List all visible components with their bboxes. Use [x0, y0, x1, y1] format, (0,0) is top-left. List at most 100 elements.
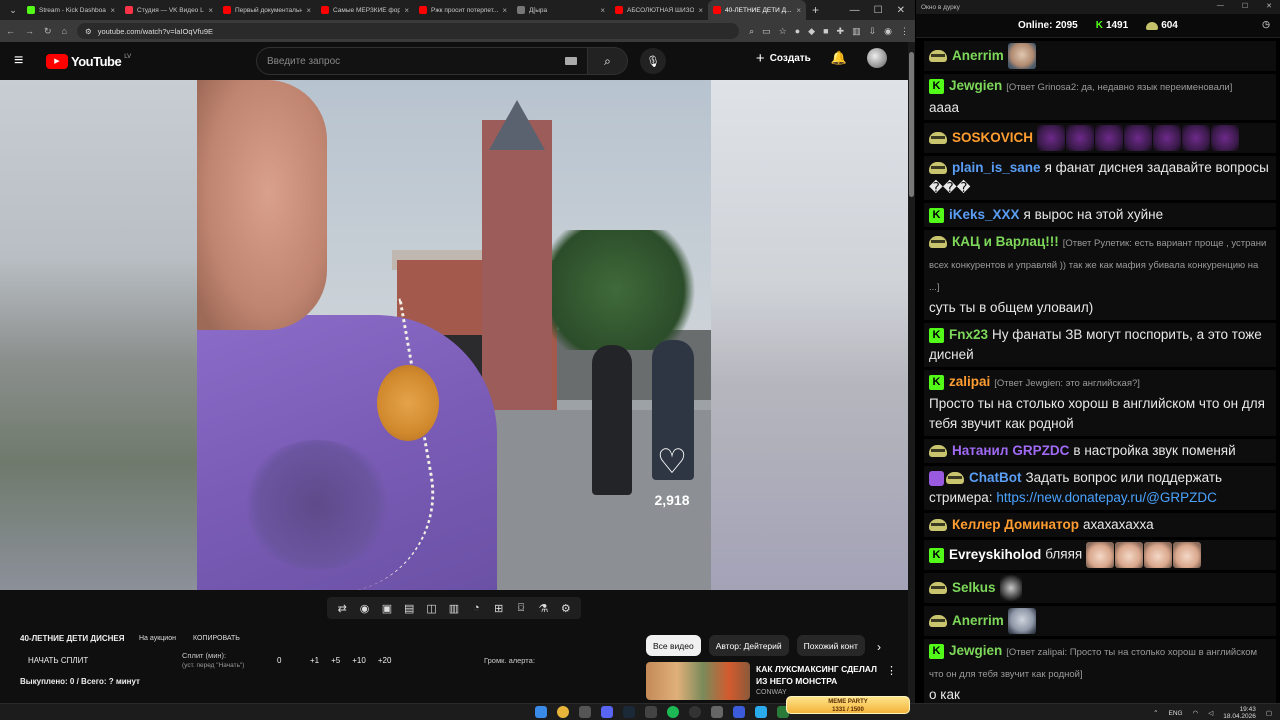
increment-button[interactable]: +5	[331, 656, 340, 665]
browser-tab[interactable]: Студия — VK Видео Li... ×	[120, 0, 218, 20]
volume-icon[interactable]: ◁	[1208, 709, 1213, 717]
chat-message[interactable]: ChatBot Задать вопрос или поддержать стри…	[924, 466, 1276, 510]
chip-author[interactable]: Автор: Дейтерий	[708, 635, 789, 656]
download-icon[interactable]: ⇩	[869, 26, 877, 37]
profile-icon[interactable]: ◉	[884, 26, 892, 37]
chrome-icon[interactable]	[557, 706, 569, 718]
maximize-icon[interactable]: ☐	[874, 5, 883, 16]
extensions-puzzle-icon[interactable]: ✚	[837, 26, 845, 37]
settings-icon[interactable]: ⚙	[557, 602, 575, 615]
zoom-icon[interactable]: ⌕	[749, 26, 754, 37]
chat-message[interactable]: Натанил GRPZDC в настройка звук поменяй	[924, 439, 1276, 463]
copy-button[interactable]: КОПИРОВАТЬ	[193, 635, 240, 642]
flask-icon[interactable]: ⚗	[534, 602, 552, 615]
browser-tab[interactable]: Первый документальн... ×	[218, 0, 316, 20]
chat-username[interactable]: Evreyskiholod	[949, 547, 1041, 562]
tab-close-icon[interactable]: ×	[404, 6, 409, 15]
chat-username[interactable]: Anerrim	[952, 613, 1004, 628]
voice-search-button[interactable]: 🎙	[640, 48, 666, 74]
browser-tab[interactable]: Ржк просит потерпет... ×	[414, 0, 512, 20]
increment-button[interactable]: +1	[310, 656, 319, 665]
recommended-channel[interactable]: CONWAY	[756, 689, 787, 696]
history-icon[interactable]: ◷	[1262, 19, 1270, 30]
chat-message[interactable]: SOSKOVICH	[924, 123, 1276, 153]
chat-message[interactable]: КАЦ и Варлац!!! [Ответ Рулетик: есть вари…	[924, 230, 1276, 320]
new-tab-button[interactable]: +	[806, 3, 825, 17]
tab-search-icon[interactable]: ⌄	[4, 2, 22, 18]
recommended-title[interactable]: КАК ЛУКСМАКСИНГ СДЕЛАЛ ИЗ НЕГО МОНСТРА	[756, 663, 886, 687]
chat-message[interactable]: Anerrim	[924, 606, 1276, 636]
app-icon[interactable]	[733, 706, 745, 718]
url-field[interactable]: ⚙ youtube.com/watch?v=laIOqVfu9E	[76, 23, 740, 39]
chip-all-videos[interactable]: Все видео	[646, 635, 701, 656]
search-input[interactable]: Введите запрос	[256, 47, 588, 75]
obs-icon[interactable]	[689, 706, 701, 718]
chat-message[interactable]: K Jewgien [Ответ Grinosa2: да, недавно язы…	[924, 74, 1276, 120]
chat-username[interactable]: КАЦ и Варлац!!!	[952, 234, 1059, 249]
browser-tab[interactable]: АБСОЛЮТНАЯ ШИЗО... ×	[610, 0, 708, 20]
page-scrollbar[interactable]	[908, 42, 915, 703]
chat-username[interactable]: plain_is_sane	[952, 160, 1041, 175]
app-icon[interactable]	[711, 706, 723, 718]
reload-icon[interactable]: ↻	[44, 26, 52, 37]
tab-close-icon[interactable]: ×	[208, 6, 213, 15]
video-player[interactable]	[0, 80, 908, 590]
tab-close-icon[interactable]: ×	[796, 6, 801, 15]
start-split-button[interactable]: НАЧАТЬ СПЛИТ	[28, 656, 88, 665]
chat-username[interactable]: Келлер Доминатор	[952, 517, 1079, 532]
browser-tab[interactable]: 40-ЛЕТНИЕ ДЕТИ Д... ×	[708, 0, 806, 20]
tab-close-icon[interactable]: ×	[110, 6, 115, 15]
split-value[interactable]: 0	[277, 656, 281, 665]
tab-close-icon[interactable]: ×	[502, 6, 507, 15]
video-frame[interactable]	[197, 80, 711, 590]
bookmark-star-icon[interactable]: ☆	[779, 26, 787, 37]
chat-username[interactable]: Jewgien	[949, 78, 1002, 93]
lang-indicator[interactable]: ENG	[1169, 710, 1183, 717]
cast-icon[interactable]: ▭	[762, 26, 771, 37]
chat-message[interactable]: K Jewgien [Ответ zalipai: Просто ты на сто…	[924, 639, 1276, 707]
steam-icon[interactable]	[623, 706, 635, 718]
increment-button[interactable]: +10	[352, 656, 366, 665]
chat-message[interactable]: Келлер Доминатор ахахахахха	[924, 513, 1276, 537]
avatar[interactable]	[867, 48, 887, 68]
pip-icon[interactable]: ▣	[378, 602, 396, 615]
chat-username[interactable]: ChatBot	[969, 470, 1022, 485]
maximize-icon[interactable]: ☐	[1242, 2, 1248, 10]
create-button[interactable]: + Создать	[756, 50, 811, 67]
extension-icon[interactable]: ●	[795, 26, 800, 36]
browser-tab[interactable]: Самые МЕРЗКИЕ фору...×	[316, 0, 414, 20]
browser-tab[interactable]: Stream - Kick Dashboard ×	[22, 0, 120, 20]
start-icon[interactable]	[535, 706, 547, 718]
chat-username[interactable]: zalipai	[949, 374, 990, 389]
telegram-icon[interactable]	[755, 706, 767, 718]
chat-username[interactable]: Натанил	[952, 443, 1008, 458]
youtube-logo[interactable]: ▶ YouTube LV	[46, 53, 131, 69]
tab-close-icon[interactable]: ×	[306, 6, 311, 15]
chip-similar[interactable]: Похожий конт	[796, 635, 865, 656]
audio-icon[interactable]: ◉	[356, 602, 374, 615]
wifi-icon[interactable]: ◠	[1193, 709, 1199, 717]
browser-menu-icon[interactable]: ⋮	[900, 26, 909, 37]
spotify-icon[interactable]	[667, 706, 679, 718]
recommended-video[interactable]: КАК ЛУКСМАКСИНГ СДЕЛАЛ ИЗ НЕГО МОНСТРА C…	[646, 662, 906, 700]
chat-message[interactable]: K Evreyskiholod бляяя	[924, 540, 1276, 570]
chat-message[interactable]: plain_is_sane я фанат диснея задавайте во…	[924, 156, 1276, 200]
app-icon[interactable]	[645, 706, 657, 718]
app-icon[interactable]	[579, 706, 591, 718]
menu-icon[interactable]: ≡	[14, 52, 38, 70]
minimize-icon[interactable]: —	[1217, 2, 1224, 10]
chat-username[interactable]: iKeks_XXX	[949, 207, 1020, 222]
chat-message[interactable]: Anerrim	[924, 41, 1276, 71]
frame-icon[interactable]: ◫	[423, 602, 441, 615]
chat-message[interactable]: KiKeks_XXX я вырос на этой хуйне	[924, 203, 1276, 227]
close-icon[interactable]: ✕	[897, 5, 905, 16]
film-icon[interactable]: ▥	[445, 602, 463, 615]
chat-link[interactable]: https://new.donatepay.ru/@GRPZDC	[996, 490, 1217, 505]
add-icon[interactable]: ⊞	[490, 602, 508, 615]
tab-close-icon[interactable]: ×	[698, 6, 703, 15]
minimize-icon[interactable]: —	[850, 5, 860, 16]
site-info-icon[interactable]: ⚙	[85, 27, 92, 36]
chat-username[interactable]: Selkus	[952, 580, 996, 595]
speed-icon[interactable]: ◔	[467, 602, 485, 614]
discord-icon[interactable]	[601, 706, 613, 718]
